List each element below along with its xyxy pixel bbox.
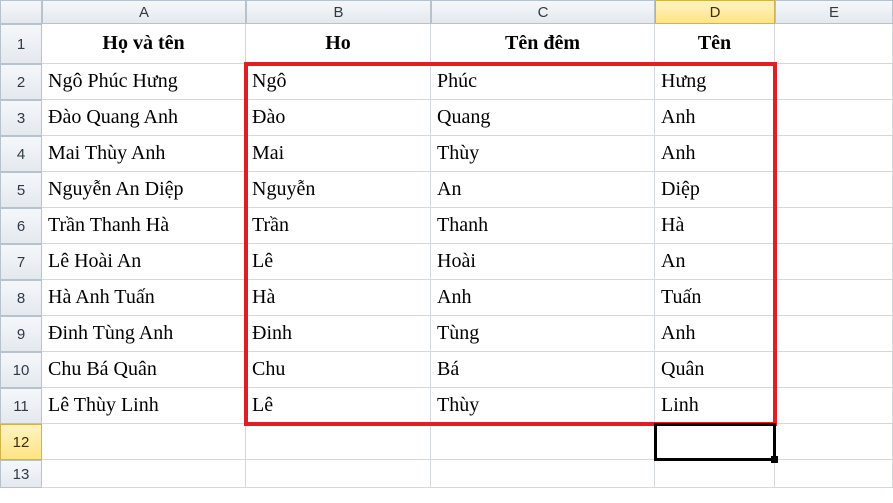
cell-B12[interactable] — [246, 424, 431, 460]
cell-E7[interactable] — [775, 244, 893, 280]
cell-B10[interactable]: Chu — [246, 352, 431, 388]
cell-D4[interactable]: Anh — [655, 136, 775, 172]
cell-D8[interactable]: Tuấn — [655, 280, 775, 316]
cell-C2[interactable]: Phúc — [431, 64, 655, 100]
cell-A6[interactable]: Trần Thanh Hà — [42, 208, 246, 244]
cell-B3[interactable]: Đào — [246, 100, 431, 136]
cell-A4[interactable]: Mai Thùy Anh — [42, 136, 246, 172]
row-header-11[interactable]: 11 — [0, 388, 42, 424]
cell-A13[interactable] — [42, 460, 246, 488]
cell-A5[interactable]: Nguyễn An Diệp — [42, 172, 246, 208]
cell-D11[interactable]: Linh — [655, 388, 775, 424]
cell-E11[interactable] — [775, 388, 893, 424]
column-header-E[interactable]: E — [775, 0, 893, 24]
cell-D6[interactable]: Hà — [655, 208, 775, 244]
cell-D10[interactable]: Quân — [655, 352, 775, 388]
row-header-8[interactable]: 8 — [0, 280, 42, 316]
cell-E3[interactable] — [775, 100, 893, 136]
cell-A3[interactable]: Đào Quang Anh — [42, 100, 246, 136]
cell-D7[interactable]: An — [655, 244, 775, 280]
cell-E4[interactable] — [775, 136, 893, 172]
cell-B4[interactable]: Mai — [246, 136, 431, 172]
row-header-9[interactable]: 9 — [0, 316, 42, 352]
cell-C9[interactable]: Tùng — [431, 316, 655, 352]
cell-C3[interactable]: Quang — [431, 100, 655, 136]
cell-D3[interactable]: Anh — [655, 100, 775, 136]
cell-B7[interactable]: Lê — [246, 244, 431, 280]
cell-A8[interactable]: Hà Anh Tuấn — [42, 280, 246, 316]
cell-D1[interactable]: Tên — [655, 24, 775, 64]
cell-E2[interactable] — [775, 64, 893, 100]
row-header-3[interactable]: 3 — [0, 100, 42, 136]
cell-B6[interactable]: Trần — [246, 208, 431, 244]
cell-B5[interactable]: Nguyễn — [246, 172, 431, 208]
cell-E1[interactable] — [775, 24, 893, 64]
cell-B8[interactable]: Hà — [246, 280, 431, 316]
row-header-10[interactable]: 10 — [0, 352, 42, 388]
cell-C13[interactable] — [431, 460, 655, 488]
row-header-13[interactable]: 13 — [0, 460, 42, 488]
cell-E10[interactable] — [775, 352, 893, 388]
cell-C10[interactable]: Bá — [431, 352, 655, 388]
cell-E6[interactable] — [775, 208, 893, 244]
cell-C1[interactable]: Tên đêm — [431, 24, 655, 64]
cell-A11[interactable]: Lê Thùy Linh — [42, 388, 246, 424]
row-header-7[interactable]: 7 — [0, 244, 42, 280]
cell-A9[interactable]: Đinh Tùng Anh — [42, 316, 246, 352]
spreadsheet-grid[interactable]: ABCDE12345678910111213Họ và tênHoTên đêm… — [0, 0, 893, 503]
cell-C6[interactable]: Thanh — [431, 208, 655, 244]
select-all-corner[interactable] — [0, 0, 42, 24]
cell-E5[interactable] — [775, 172, 893, 208]
row-header-5[interactable]: 5 — [0, 172, 42, 208]
cell-E12[interactable] — [775, 424, 893, 460]
column-header-C[interactable]: C — [431, 0, 655, 24]
column-header-B[interactable]: B — [246, 0, 431, 24]
cell-B11[interactable]: Lê — [246, 388, 431, 424]
cell-B9[interactable]: Đinh — [246, 316, 431, 352]
row-header-12[interactable]: 12 — [0, 424, 42, 460]
row-header-6[interactable]: 6 — [0, 208, 42, 244]
cell-E8[interactable] — [775, 280, 893, 316]
cell-B2[interactable]: Ngô — [246, 64, 431, 100]
cell-D13[interactable] — [655, 460, 775, 488]
row-header-2[interactable]: 2 — [0, 64, 42, 100]
cell-C5[interactable]: An — [431, 172, 655, 208]
cell-D2[interactable]: Hưng — [655, 64, 775, 100]
cell-A1[interactable]: Họ và tên — [42, 24, 246, 64]
cell-D12[interactable] — [655, 424, 775, 460]
cell-B1[interactable]: Ho — [246, 24, 431, 64]
row-header-4[interactable]: 4 — [0, 136, 42, 172]
column-header-D[interactable]: D — [655, 0, 775, 24]
cell-A10[interactable]: Chu Bá Quân — [42, 352, 246, 388]
cell-E9[interactable] — [775, 316, 893, 352]
cell-D5[interactable]: Diệp — [655, 172, 775, 208]
cell-C4[interactable]: Thùy — [431, 136, 655, 172]
cell-B13[interactable] — [246, 460, 431, 488]
cell-C8[interactable]: Anh — [431, 280, 655, 316]
cell-C12[interactable] — [431, 424, 655, 460]
cell-D9[interactable]: Anh — [655, 316, 775, 352]
row-header-1[interactable]: 1 — [0, 24, 42, 64]
cell-A2[interactable]: Ngô Phúc Hưng — [42, 64, 246, 100]
column-header-A[interactable]: A — [42, 0, 246, 24]
cell-C11[interactable]: Thùy — [431, 388, 655, 424]
cell-A12[interactable] — [42, 424, 246, 460]
fill-handle[interactable] — [771, 456, 778, 463]
cell-A7[interactable]: Lê Hoài An — [42, 244, 246, 280]
cell-C7[interactable]: Hoài — [431, 244, 655, 280]
cell-E13[interactable] — [775, 460, 893, 488]
